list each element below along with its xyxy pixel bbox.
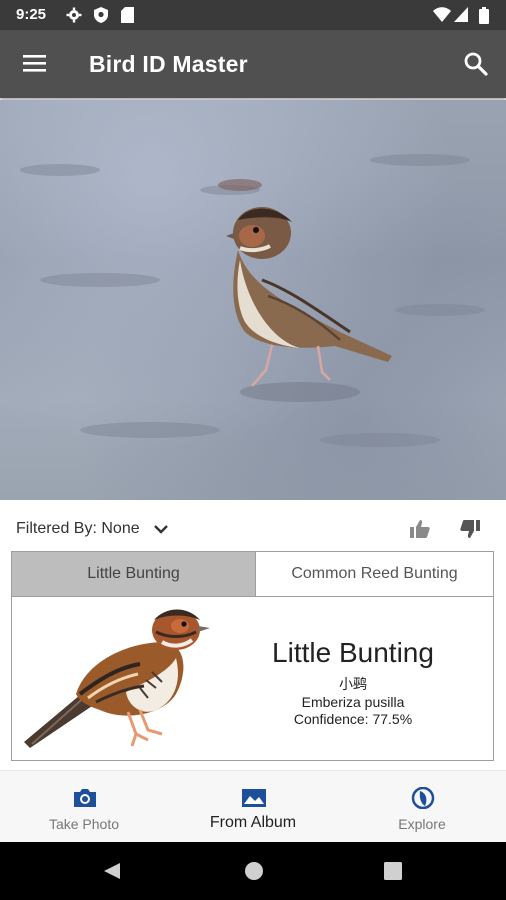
menu-icon[interactable] <box>22 52 48 74</box>
tab-little-bunting[interactable]: Little Bunting <box>12 552 255 596</box>
status-bar: 9:25 <box>0 0 506 30</box>
image-icon <box>241 787 267 809</box>
nav-label-take-photo: Take Photo <box>48 816 120 832</box>
thumbs-down-icon[interactable] <box>459 518 481 540</box>
system-navigation <box>0 842 506 900</box>
filter-label[interactable]: Filtered By: None <box>16 520 140 538</box>
filter-row: Filtered By: None <box>0 503 506 551</box>
app-title: Bird ID Master <box>89 51 248 77</box>
tab-common-reed-bunting[interactable]: Common Reed Bunting <box>255 552 493 596</box>
home-icon[interactable] <box>244 861 264 886</box>
tab-divider <box>12 596 493 597</box>
app-bar: Bird ID Master <box>0 30 506 98</box>
wifi-icon <box>433 7 451 27</box>
recents-icon[interactable] <box>384 862 402 885</box>
search-icon[interactable] <box>462 50 490 78</box>
nav-from-album[interactable]: From Album <box>169 771 337 843</box>
species-name: Little Bunting <box>272 637 434 668</box>
chevron-down-icon[interactable] <box>153 523 169 535</box>
thumbs-up-icon[interactable] <box>409 518 431 540</box>
back-icon[interactable] <box>102 861 122 886</box>
nav-take-photo[interactable]: Take Photo <box>0 771 168 843</box>
sd-card-icon <box>121 7 134 28</box>
bottom-navigation: Take Photo From Album Explore <box>0 770 506 843</box>
camera-icon <box>72 787 98 809</box>
status-time: 9:25 <box>16 6 47 23</box>
bird-illustration <box>16 602 212 756</box>
settings-icon <box>66 7 82 28</box>
explore-icon <box>410 786 436 810</box>
species-info: Little Bunting 小鹀 Emberiza pusilla Confi… <box>212 636 494 728</box>
species-scientific-name: Emberiza pusilla <box>301 694 405 710</box>
bird-photo <box>0 100 506 500</box>
confidence-value: Confidence: 77.5% <box>293 711 413 727</box>
nav-label-from-album: From Album <box>209 814 297 831</box>
signal-icon <box>454 7 468 27</box>
nav-explore[interactable]: Explore <box>338 771 506 843</box>
nav-label-explore: Explore <box>398 816 446 832</box>
species-chinese-name: 小鹀 <box>339 676 367 692</box>
shield-icon <box>94 7 108 28</box>
result-card: Little Bunting Common Reed Bunting Littl… <box>11 551 494 761</box>
battery-icon <box>479 7 489 29</box>
